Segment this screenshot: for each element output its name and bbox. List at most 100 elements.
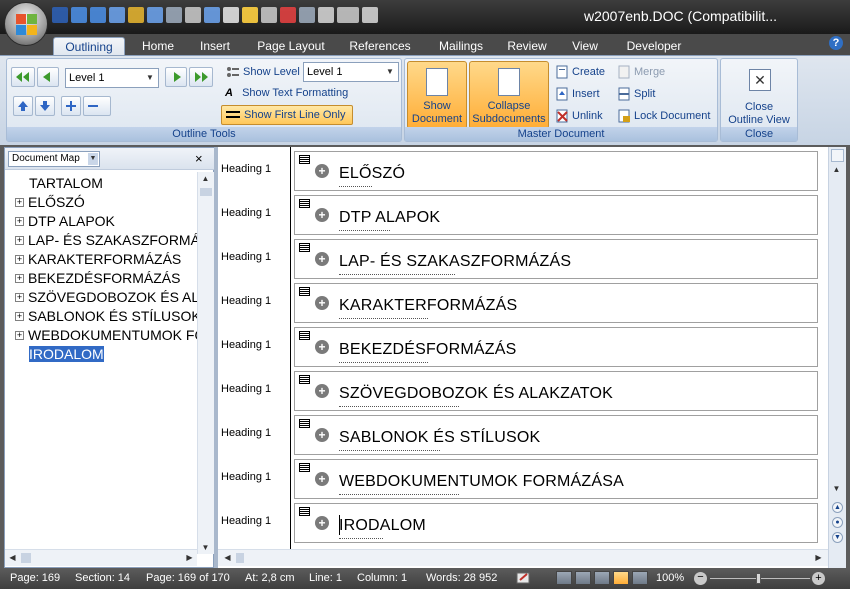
insert-button[interactable]: Insert bbox=[572, 88, 600, 100]
web-layout-view-button[interactable] bbox=[594, 571, 610, 585]
outline-heading[interactable]: DTP ALAPOK bbox=[339, 209, 440, 227]
show-first-line-only-toggle[interactable]: Show First Line Only bbox=[221, 105, 353, 125]
expand-heading-icon[interactable]: + bbox=[315, 384, 329, 398]
move-down-button[interactable] bbox=[35, 96, 55, 116]
tab-mailings[interactable]: Mailings bbox=[430, 37, 492, 56]
split-button[interactable]: Split bbox=[634, 88, 655, 100]
scroll-right-icon[interactable]: ▶ bbox=[811, 553, 826, 562]
status-at[interactable]: At: 2,8 cm bbox=[245, 572, 295, 584]
expand-icon[interactable]: + bbox=[15, 198, 24, 207]
document-map-item[interactable]: IRODALOM bbox=[29, 345, 104, 364]
scroll-up-icon[interactable]: ▲ bbox=[198, 174, 213, 183]
subdocument-icon[interactable] bbox=[299, 287, 310, 296]
expand-heading-icon[interactable]: + bbox=[315, 296, 329, 310]
font-color-icon[interactable] bbox=[280, 7, 296, 23]
subdocument-icon[interactable] bbox=[299, 331, 310, 340]
subdocument-icon[interactable] bbox=[299, 375, 310, 384]
tab-references[interactable]: References bbox=[345, 37, 415, 56]
ruler-toggle-icon[interactable] bbox=[831, 149, 844, 162]
document-map-item[interactable]: TARTALOM bbox=[29, 174, 103, 193]
expand-icon[interactable]: + bbox=[15, 236, 24, 245]
document-vertical-scrollbar[interactable]: ▲ ▼ ▲ ● ▼ bbox=[828, 147, 846, 568]
close-icon[interactable]: × bbox=[195, 151, 203, 166]
expand-heading-icon[interactable]: + bbox=[315, 252, 329, 266]
undo-icon[interactable] bbox=[71, 7, 87, 23]
document-map-item[interactable]: + BEKEZDÉSFORMÁZÁS bbox=[15, 269, 180, 288]
document-map-item[interactable]: + WEBDOKUMENTUMOK FORMÁZÁSA bbox=[15, 326, 197, 345]
document-map-item[interactable]: + LAP- ÉS SZAKASZFORMÁZÁS bbox=[15, 231, 197, 250]
collapse-subdocuments-button[interactable]: Collapse Subdocuments bbox=[469, 61, 549, 129]
status-line[interactable]: Line: 1 bbox=[309, 572, 342, 584]
subdocument-section[interactable]: + ELŐSZÓ bbox=[294, 151, 818, 191]
demote-to-body-text-button[interactable] bbox=[189, 67, 213, 87]
document-map-item[interactable]: + SABLONOK ÉS STÍLUSOK bbox=[15, 307, 197, 326]
document-map-vertical-scrollbar[interactable]: ▲ ▼ bbox=[197, 172, 214, 554]
scroll-up-icon[interactable]: ▲ bbox=[829, 165, 844, 174]
tab-page-layout[interactable]: Page Layout bbox=[252, 37, 330, 56]
document-map-item[interactable]: + KARAKTERFORMÁZÁS bbox=[15, 250, 181, 269]
subdocument-section[interactable]: + WEBDOKUMENTUMOK FORMÁZÁSA bbox=[294, 459, 818, 499]
tab-review[interactable]: Review bbox=[504, 37, 550, 56]
subdocument-section[interactable]: + BEKEZDÉSFORMÁZÁS bbox=[294, 327, 818, 367]
scroll-left-icon[interactable]: ◀ bbox=[220, 553, 235, 562]
outline-heading[interactable]: LAP- ÉS SZAKASZFORMÁZÁS bbox=[339, 253, 571, 271]
subdocument-section[interactable]: + SZÖVEGDOBOZOK ÉS ALAKZATOK bbox=[294, 371, 818, 411]
expand-icon[interactable]: + bbox=[15, 293, 24, 302]
scroll-thumb[interactable] bbox=[21, 553, 31, 563]
highlighter-icon[interactable] bbox=[242, 7, 258, 23]
table-icon[interactable] bbox=[204, 7, 220, 23]
eraser-icon[interactable] bbox=[223, 7, 239, 23]
subdocument-icon[interactable] bbox=[299, 199, 310, 208]
scroll-thumb[interactable] bbox=[236, 553, 244, 563]
spelling-check-icon[interactable] bbox=[515, 570, 533, 586]
expand-icon[interactable]: + bbox=[15, 331, 24, 340]
navigation-view-select[interactable]: Document Map ▼ bbox=[8, 151, 100, 167]
unlink-button[interactable]: Unlink bbox=[572, 110, 603, 122]
status-section[interactable]: Section: 14 bbox=[75, 572, 130, 584]
document-map-item[interactable]: + ELŐSZÓ bbox=[15, 193, 85, 212]
expand-icon[interactable]: + bbox=[15, 255, 24, 264]
merge-button[interactable]: Merge bbox=[634, 66, 665, 78]
subdocument-icon[interactable] bbox=[299, 243, 310, 252]
promote-to-heading-1-button[interactable] bbox=[11, 67, 35, 87]
subdocument-icon[interactable] bbox=[299, 507, 310, 516]
shape-icon[interactable] bbox=[166, 7, 182, 23]
scroll-down-icon[interactable]: ▼ bbox=[829, 484, 844, 493]
document-map-item[interactable]: + DTP ALAPOK bbox=[15, 212, 115, 231]
scroll-left-icon[interactable]: ◀ bbox=[5, 553, 20, 562]
office-button[interactable] bbox=[4, 2, 48, 46]
tab-view[interactable]: View bbox=[566, 37, 604, 56]
show-text-formatting-checkbox[interactable]: A Show Text Formatting bbox=[225, 87, 348, 99]
subdocument-section[interactable]: + LAP- ÉS SZAKASZFORMÁZÁS bbox=[294, 239, 818, 279]
subdocument-icon[interactable] bbox=[299, 419, 310, 428]
expand-heading-icon[interactable]: + bbox=[315, 472, 329, 486]
demote-button[interactable] bbox=[165, 67, 187, 87]
save-icon[interactable] bbox=[52, 7, 68, 23]
outline-heading[interactable]: WEBDOKUMENTUMOK FORMÁZÁSA bbox=[339, 473, 624, 491]
subdocument-section[interactable]: + SABLONOK ÉS STÍLUSOK bbox=[294, 415, 818, 455]
tab-home[interactable]: Home bbox=[136, 37, 180, 56]
show-level-select[interactable]: Level 1 ▼ bbox=[303, 62, 399, 82]
more-icon[interactable] bbox=[362, 7, 378, 23]
expand-heading-icon[interactable]: + bbox=[315, 516, 329, 530]
zoom-level[interactable]: 100% bbox=[656, 572, 684, 584]
expand-icon[interactable]: + bbox=[15, 274, 24, 283]
zoom-in-icon[interactable]: + bbox=[812, 572, 825, 585]
select-browse-object-icon[interactable]: ● bbox=[832, 517, 843, 528]
format-painter-icon[interactable] bbox=[128, 7, 144, 23]
outline-view-button[interactable] bbox=[613, 571, 629, 585]
status-page[interactable]: Page: 169 bbox=[10, 572, 60, 584]
status-column[interactable]: Column: 1 bbox=[357, 572, 407, 584]
document-map-horizontal-scrollbar[interactable]: ◀ ▶ bbox=[5, 549, 197, 566]
zoom-out-icon[interactable]: − bbox=[694, 572, 707, 585]
redo-icon[interactable] bbox=[90, 7, 106, 23]
promote-button[interactable] bbox=[37, 67, 59, 87]
expand-heading-icon[interactable]: + bbox=[315, 208, 329, 222]
select-icon[interactable] bbox=[318, 7, 334, 23]
subdocument-icon[interactable] bbox=[299, 155, 310, 164]
expand-heading-icon[interactable]: + bbox=[315, 164, 329, 178]
outline-heading[interactable]: SZÖVEGDOBOZOK ÉS ALAKZATOK bbox=[339, 385, 613, 403]
columns-icon[interactable] bbox=[147, 7, 163, 23]
tab-outlining[interactable]: Outlining bbox=[53, 37, 125, 56]
border-icon[interactable] bbox=[261, 7, 277, 23]
